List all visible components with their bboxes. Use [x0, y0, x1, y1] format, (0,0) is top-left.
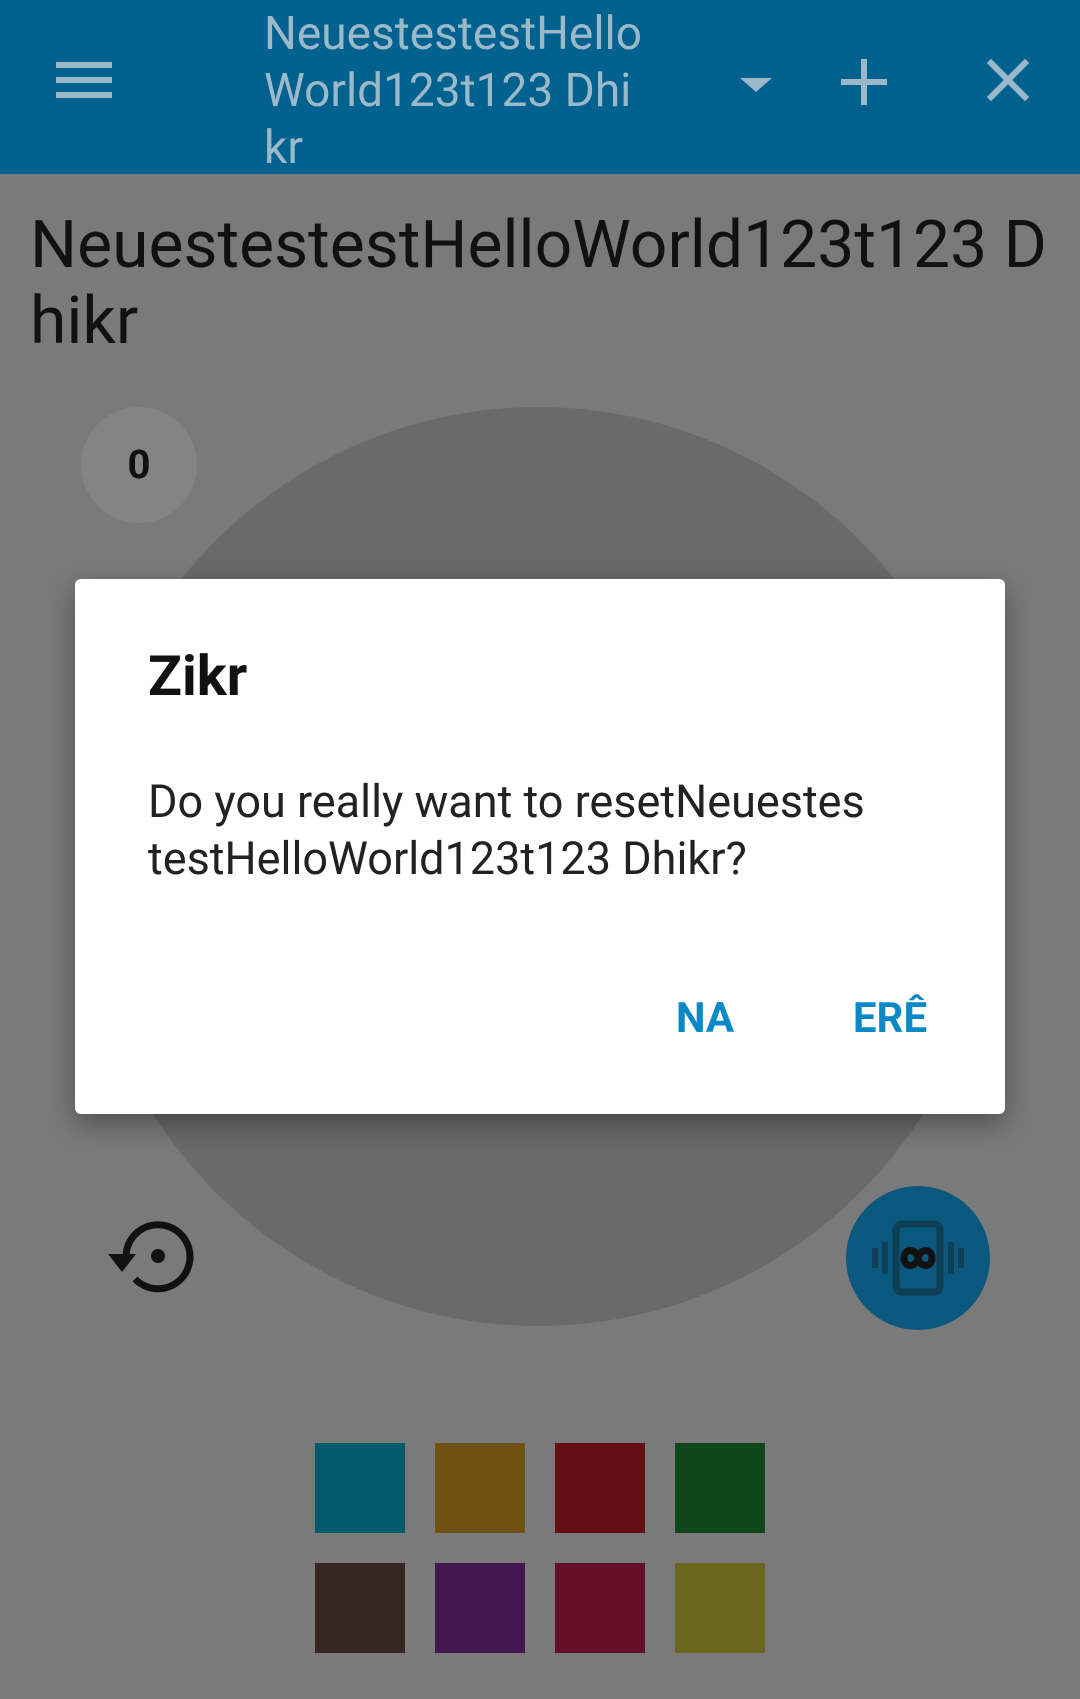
dialog-title: Zikr — [148, 643, 248, 709]
yes-button[interactable]: ERÊ — [825, 987, 955, 1051]
no-button[interactable]: NA — [645, 987, 765, 1051]
dialog-message: Do you really want to resetNeuestestestH… — [148, 775, 865, 885]
reset-confirm-dialog: Zikr Do you really want to resetNeuestes… — [75, 579, 1005, 1114]
